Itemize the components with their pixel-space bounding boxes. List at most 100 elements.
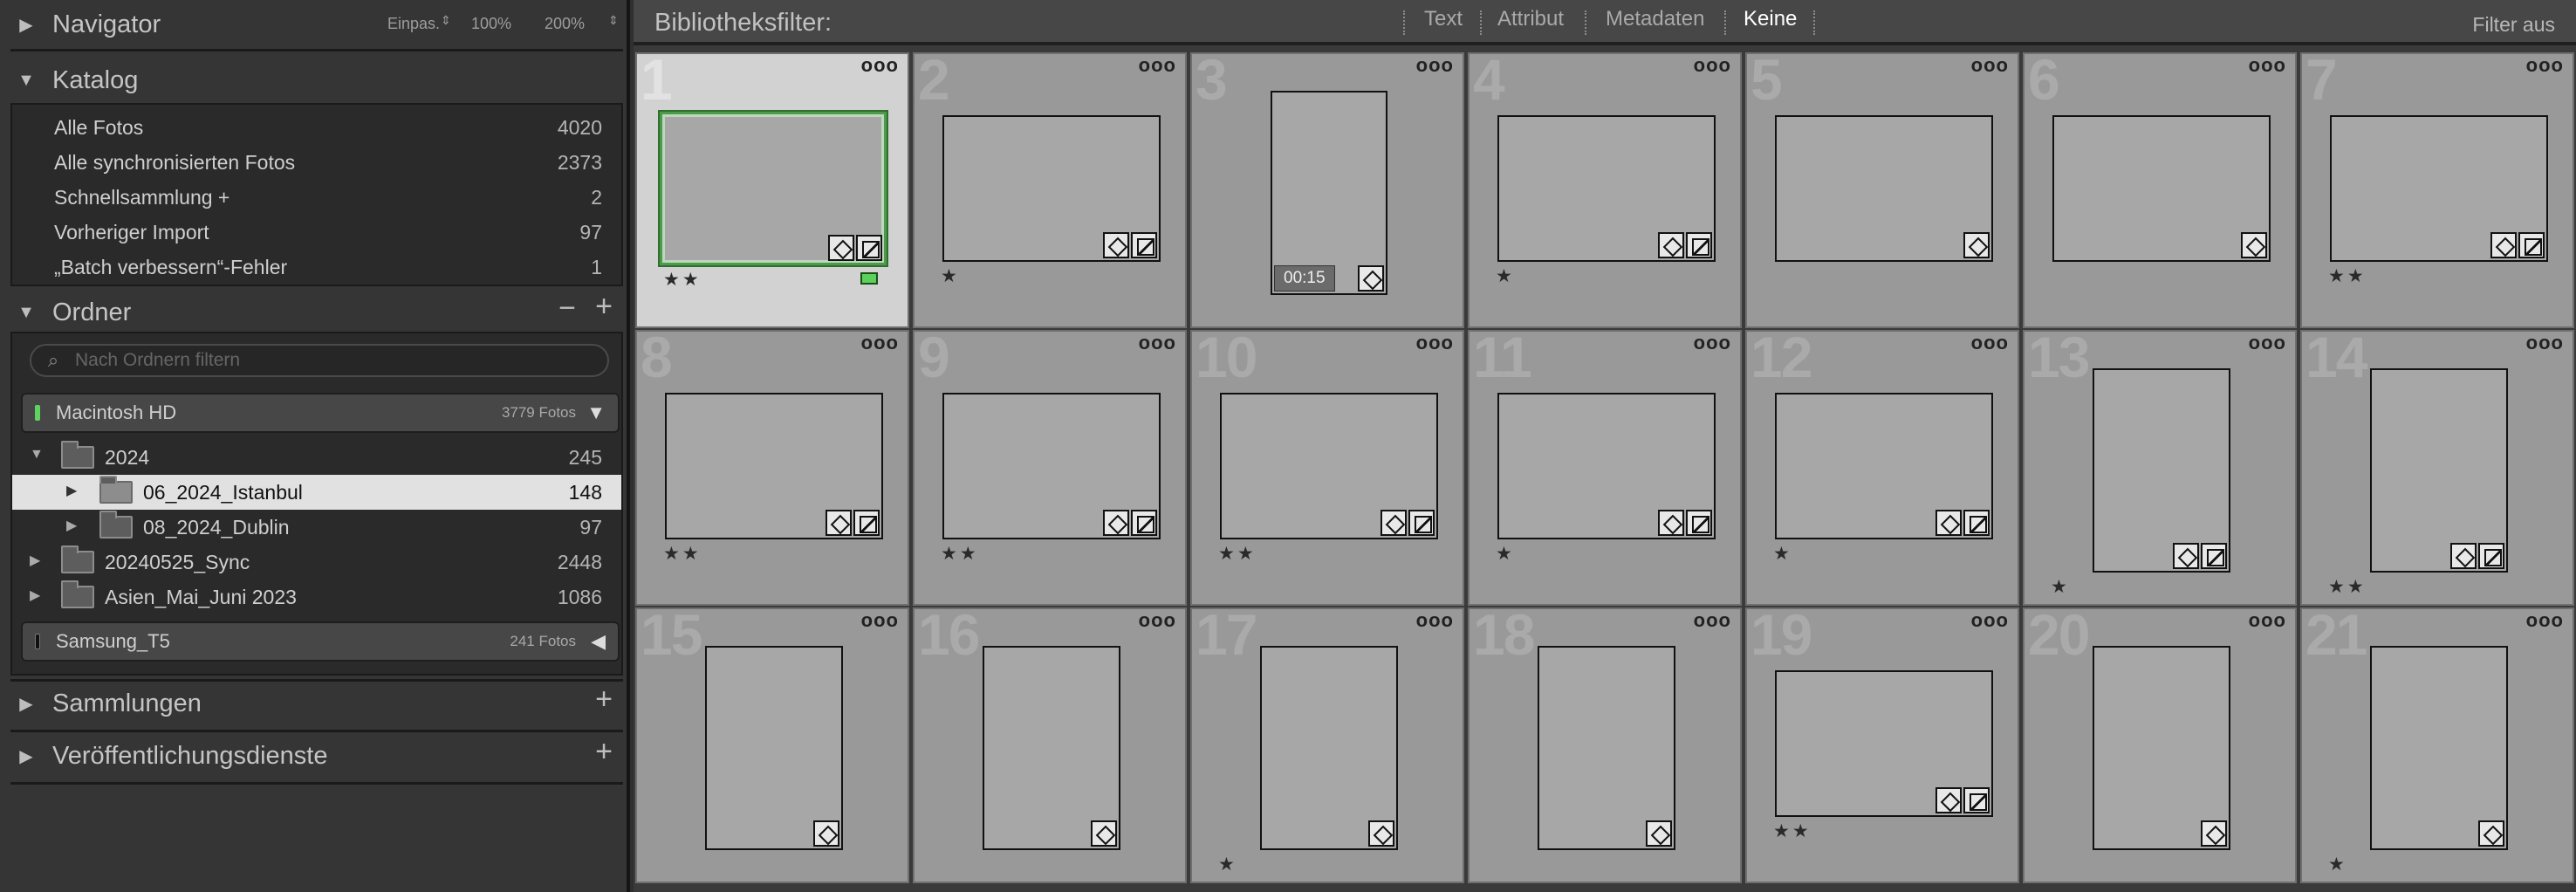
develop-settings-icon[interactable] [1963, 510, 1990, 536]
star-rating[interactable]: ★★ [941, 543, 979, 565]
photo-thumbnail[interactable] [2093, 646, 2230, 850]
photo-thumbnail[interactable] [705, 646, 843, 850]
star-rating[interactable]: ★ [1218, 854, 1237, 875]
develop-settings-icon[interactable] [2518, 232, 2545, 258]
thumbnail-cell[interactable]: 14 ooo ★★ [2300, 330, 2574, 606]
add-folder-button[interactable]: + [595, 290, 613, 324]
volume-macintosh-hd[interactable]: Macintosh HD 3779 Fotos ▼ [21, 393, 620, 433]
zoom-fit-stepper-icon[interactable]: ⇕ [441, 13, 451, 28]
photo-thumbnail[interactable] [942, 393, 1161, 539]
filter-tab-metadata[interactable]: Metadaten [1606, 7, 1704, 31]
photo-thumbnail[interactable] [1220, 393, 1438, 539]
thumbnail-cell[interactable]: 12 ooo ★ [1745, 330, 2019, 606]
disclosure-closed-icon[interactable]: ▶ [66, 482, 77, 499]
more-options-icon[interactable]: ooo [861, 54, 899, 77]
thumbnail-cell[interactable]: 20 ooo [2023, 607, 2297, 883]
disclosure-closed-icon[interactable]: ▶ [66, 517, 77, 534]
more-options-icon[interactable]: ooo [1971, 609, 2009, 632]
catalog-header[interactable]: ▼ Katalog [0, 56, 630, 105]
more-options-icon[interactable]: ooo [1694, 332, 1731, 354]
thumbnail-cell[interactable]: 7 ooo ★★ [2300, 52, 2574, 328]
collapse-triangle-icon[interactable]: ▶ [0, 14, 52, 36]
star-rating[interactable]: ★ [1496, 543, 1515, 565]
folder-06-2024-istanbul[interactable]: ▶ 06_2024_Istanbul 148 [12, 475, 621, 510]
photo-thumbnail[interactable] [2370, 646, 2508, 850]
photo-thumbnail[interactable] [1260, 646, 1398, 850]
keyword-tag-icon[interactable] [1963, 232, 1990, 258]
more-options-icon[interactable]: ooo [1416, 332, 1454, 354]
catalog-item-previous-import[interactable]: Vorheriger Import 97 [12, 215, 621, 250]
thumbnail-cell[interactable]: 6 ooo [2023, 52, 2297, 328]
develop-settings-icon[interactable] [1131, 232, 1157, 258]
thumbnail-cell[interactable]: 4 ooo ★ [1468, 52, 1742, 328]
add-collection-button[interactable]: + [595, 683, 613, 717]
keyword-tag-icon[interactable] [1935, 787, 1962, 813]
photo-thumbnail[interactable] [942, 115, 1161, 262]
star-rating[interactable]: ★★ [2328, 576, 2367, 598]
keyword-tag-icon[interactable] [1658, 510, 1684, 536]
star-rating[interactable]: ★★ [1773, 820, 1812, 842]
keyword-tag-icon[interactable] [2173, 543, 2199, 569]
more-options-icon[interactable]: ooo [2249, 332, 2286, 354]
volume-collapsed-icon[interactable]: ◀ [591, 630, 606, 653]
thumbnail-cell[interactable]: 9 ooo ★★ [913, 330, 1187, 606]
photo-thumbnail[interactable] [665, 393, 883, 539]
folder-08-2024-dublin[interactable]: ▶ 08_2024_Dublin 97 [12, 510, 621, 545]
photo-thumbnail[interactable] [1497, 115, 1716, 262]
star-rating[interactable]: ★ [1496, 265, 1515, 287]
develop-settings-icon[interactable] [2478, 543, 2504, 569]
photo-thumbnail[interactable] [1775, 115, 1993, 262]
navigator-header[interactable]: ▶ Navigator [0, 0, 630, 49]
more-options-icon[interactable]: ooo [1971, 54, 2009, 77]
keyword-tag-icon[interactable] [1103, 510, 1129, 536]
zoom-100-option[interactable]: 100% [471, 15, 511, 33]
volume-samsung-t5[interactable]: Samsung_T5 241 Fotos ◀ [21, 621, 620, 662]
star-rating[interactable]: ★★ [1218, 543, 1257, 565]
photo-thumbnail[interactable] [983, 646, 1120, 850]
photo-thumbnail[interactable] [1775, 393, 1993, 539]
keyword-tag-icon[interactable] [2490, 232, 2517, 258]
thumbnail-cell[interactable]: 8 ooo ★★ [635, 330, 909, 606]
collapse-triangle-icon[interactable]: ▶ [0, 745, 52, 767]
keyword-tag-icon[interactable] [2450, 543, 2477, 569]
remove-folder-button[interactable]: − [558, 292, 576, 326]
add-publish-service-button[interactable]: + [595, 735, 613, 769]
thumbnail-cell[interactable]: 2 ooo ★ [913, 52, 1187, 328]
more-options-icon[interactable]: ooo [1416, 54, 1454, 77]
keyword-tag-icon[interactable] [828, 235, 854, 261]
folder-20240525-sync[interactable]: ▶ 20240525_Sync 2448 [12, 545, 621, 580]
star-rating[interactable]: ★★ [663, 543, 702, 565]
keyword-tag-icon[interactable] [2478, 820, 2504, 847]
star-rating[interactable]: ★ [941, 265, 960, 287]
photo-thumbnail[interactable] [1538, 646, 1675, 850]
develop-settings-icon[interactable] [1963, 787, 1990, 813]
thumbnail-cell[interactable]: 21 ooo ★ [2300, 607, 2574, 883]
more-options-icon[interactable]: ooo [861, 332, 899, 354]
collapse-triangle-icon[interactable]: ▼ [0, 71, 52, 91]
collapse-triangle-icon[interactable]: ▶ [0, 693, 52, 715]
photo-thumbnail[interactable] [1497, 393, 1716, 539]
more-options-icon[interactable]: ooo [2526, 332, 2564, 354]
more-options-icon[interactable]: ooo [861, 609, 899, 632]
more-options-icon[interactable]: ooo [1971, 332, 2009, 354]
thumbnail-cell[interactable]: 13 ooo ★ [2023, 330, 2297, 606]
more-options-icon[interactable]: ooo [1416, 609, 1454, 632]
folders-header[interactable]: ▼ Ordner − + [0, 288, 630, 337]
more-options-icon[interactable]: ooo [1139, 332, 1176, 354]
disclosure-open-icon[interactable]: ▼ [30, 447, 44, 463]
develop-settings-icon[interactable] [856, 235, 882, 261]
photo-thumbnail[interactable] [2052, 115, 2271, 262]
filter-tab-text[interactable]: Text [1424, 7, 1463, 31]
folder-asien-mai-juni-2023[interactable]: ▶ Asien_Mai_Juni 2023 1086 [12, 580, 621, 614]
keyword-tag-icon[interactable] [1358, 265, 1384, 292]
thumbnail-cell[interactable]: 17 ooo ★ [1190, 607, 1464, 883]
keyword-tag-icon[interactable] [1935, 510, 1962, 536]
star-rating[interactable]: ★ [2051, 576, 2070, 598]
more-options-icon[interactable]: ooo [2526, 609, 2564, 632]
more-options-icon[interactable]: ooo [1694, 609, 1731, 632]
keyword-tag-icon[interactable] [1380, 510, 1407, 536]
collapse-triangle-icon[interactable]: ▼ [0, 303, 52, 323]
zoom-fit-option[interactable]: Einpas. [387, 15, 440, 33]
develop-settings-icon[interactable] [1686, 510, 1712, 536]
more-options-icon[interactable]: ooo [1139, 54, 1176, 77]
